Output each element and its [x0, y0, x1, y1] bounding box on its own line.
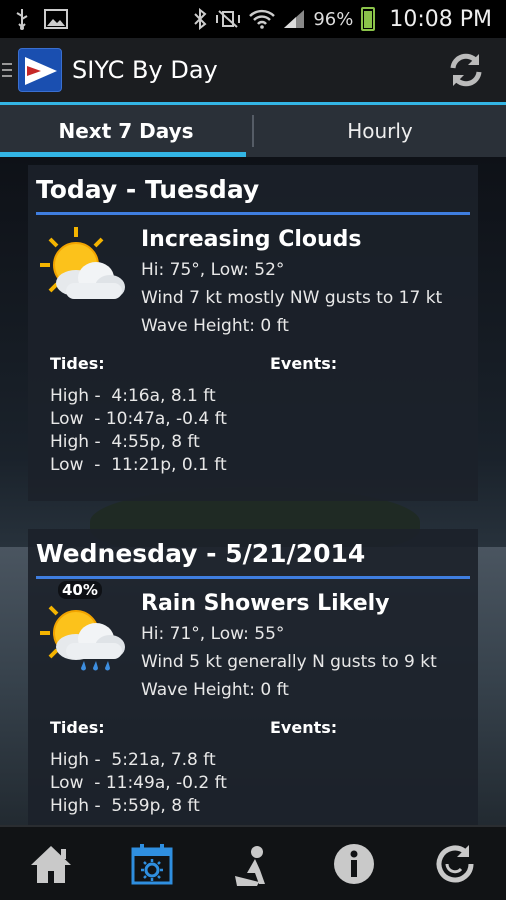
vibrate-mute-icon: [216, 10, 241, 28]
wave-height-text: Wave Height: 0 ft: [141, 316, 289, 336]
tide-entry: High - 4:16a, 8.1 ft: [50, 386, 216, 406]
tide-entry: High - 4:55p, 8 ft: [50, 432, 200, 452]
bottom-nav: [0, 825, 506, 900]
nav-sailor-button[interactable]: [223, 834, 283, 894]
tide-entry: Low - 10:47a, -0.4 ft: [50, 409, 227, 429]
refresh-button[interactable]: [444, 48, 488, 92]
wind-text: Wind 7 kt mostly NW gusts to 17 kt: [141, 288, 443, 308]
reload-icon: [436, 844, 474, 882]
tab-hourly[interactable]: Hourly: [254, 105, 506, 157]
events-label: Events:: [270, 354, 338, 373]
day-heading: Wednesday - 5/21/2014: [36, 539, 470, 579]
battery-icon: [361, 7, 376, 31]
app-title: SIYC By Day: [72, 56, 218, 84]
calendar-sun-icon: [131, 843, 173, 884]
day-heading: Today - Tuesday: [36, 175, 470, 215]
day-card[interactable]: Wednesday - 5/21/2014 40% Rain Showers L…: [28, 529, 478, 825]
wind-text: Wind 5 kt generally N gusts to 9 kt: [141, 652, 437, 672]
tide-entry: Low - 11:49a, -0.2 ft: [50, 773, 227, 793]
nav-reload-button[interactable]: [425, 834, 485, 894]
drawer-menu-icon[interactable]: [2, 63, 12, 77]
wave-height-text: Wave Height: 0 ft: [141, 680, 289, 700]
tides-label: Tides:: [50, 354, 105, 373]
day-card[interactable]: Today - Tuesday Increasing Clouds Hi: 75…: [28, 165, 478, 501]
tide-entry: High - 5:59p, 8 ft: [50, 796, 200, 816]
rain-showers-sun-icon: 40%: [36, 581, 131, 673]
burgee-logo-icon[interactable]: [18, 48, 62, 92]
image-icon: [44, 9, 68, 29]
condition-title: Rain Showers Likely: [141, 591, 390, 616]
tide-list: High - 5:21a, 7.8 ft Low - 11:49a, -0.2 …: [50, 749, 470, 818]
sailor-icon: [234, 845, 265, 886]
signal-icon: [284, 10, 305, 28]
events-label: Events:: [270, 718, 338, 737]
usb-icon: [16, 9, 28, 30]
refresh-icon: [450, 53, 482, 87]
battery-percent: 96%: [313, 8, 354, 30]
forecast-list[interactable]: Today - Tuesday Increasing Clouds Hi: 75…: [0, 157, 506, 825]
temperature-text: Hi: 71°, Low: 55°: [141, 624, 285, 644]
tide-list: High - 4:16a, 8.1 ft Low - 10:47a, -0.4 …: [50, 385, 470, 477]
nav-home-button[interactable]: [21, 834, 81, 894]
nav-info-button[interactable]: [324, 834, 384, 894]
tides-label: Tides:: [50, 718, 105, 737]
condition-title: Increasing Clouds: [141, 227, 362, 252]
tab-bar: Next 7 Days Hourly: [0, 105, 506, 157]
action-bar: SIYC By Day: [0, 38, 506, 102]
tab-next-7-days[interactable]: Next 7 Days: [0, 105, 252, 157]
home-icon: [30, 845, 71, 883]
temperature-text: Hi: 75°, Low: 52°: [141, 260, 285, 280]
bluetooth-icon: [194, 8, 207, 30]
wifi-icon: [249, 9, 276, 29]
status-bar: 96% 10:08 PM: [0, 0, 506, 38]
nav-forecast-button[interactable]: [122, 834, 182, 894]
precip-chance: 40%: [58, 581, 102, 599]
tide-entry: High - 5:21a, 7.8 ft: [50, 750, 216, 770]
info-icon: [334, 843, 375, 884]
tide-entry: Low - 11:21p, 0.1 ft: [50, 455, 227, 475]
partly-cloudy-sun-icon: [36, 223, 131, 309]
clock: 10:08 PM: [389, 6, 492, 32]
